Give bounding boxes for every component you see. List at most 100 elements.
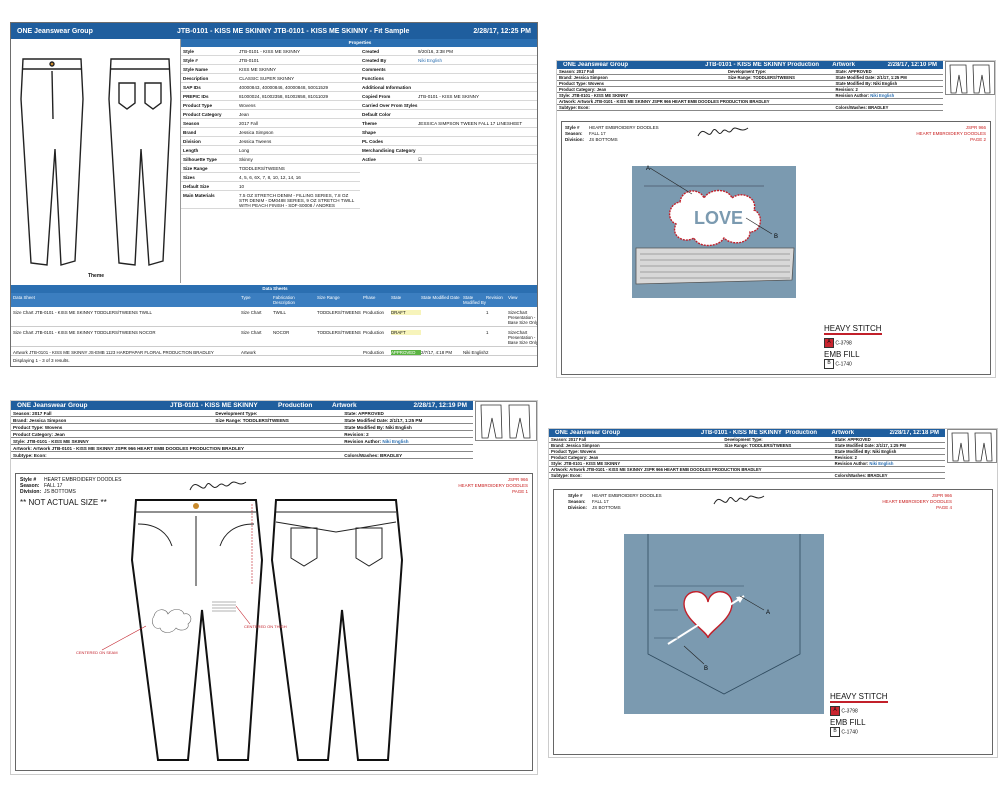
properties-title: Properties: [181, 39, 537, 47]
data-sheets-title: Data Sheets: [11, 285, 537, 293]
property-value: Jessica Tweens: [239, 139, 272, 144]
revision-field: Revision: 2: [835, 87, 858, 92]
jeans-mini-icon: [945, 61, 995, 95]
style-field: Style: JTB-0101 - KISS ME SKINNY: [551, 461, 621, 466]
data-sheet-link[interactable]: Size Chart JTB-0101 - KISS ME SKINNY TOD…: [11, 330, 241, 335]
table-cell: 2: [486, 350, 489, 355]
page-number: PAGE 2: [970, 137, 986, 142]
table-cell[interactable]: SizeChart Presentation - Base Size Only: [508, 330, 537, 345]
table-cell: Size Chart: [241, 330, 262, 335]
property-row: Division Jessica Tweens: [181, 137, 360, 146]
property-value: 2017 Fall: [239, 121, 258, 126]
style-field: Style: JTB-0101 - KISS ME SKINNY: [559, 93, 629, 98]
table-cell: 2/7/17, 4:18 PM: [421, 350, 452, 355]
emb-fill-label: EMB FILL: [824, 350, 860, 359]
page-number: PAGE 4: [936, 505, 952, 510]
property-value: JTB-0101 - KISS ME SKINNY: [418, 94, 480, 99]
division-label: Division:: [565, 137, 585, 142]
property-value: 4, 5, 6, 6X, 7, 8, 10, 12, 14, 16: [239, 175, 301, 180]
code-b: C-1740: [841, 729, 858, 736]
jeans-technical-sketch: CENTERED ON SEAM CENTERED ON THIGH: [76, 499, 404, 761]
heavy-stitch-label: HEAVY STITCH: [824, 324, 882, 335]
style-title: JTB-0101 - KISS ME SKINNY: [705, 62, 787, 68]
table-cell[interactable]: SizeChart Presentation - Base Size Only: [508, 310, 537, 325]
callout-a: A: [766, 610, 770, 616]
size-range-field: Size Range: TODDLERS/TWEENS: [727, 75, 795, 80]
property-label: Style: [183, 49, 194, 54]
page-header-bar: ONE Jeanswear Group JTB-0101 - KISS ME S…: [11, 23, 537, 39]
button-rivet-icon: [193, 503, 199, 509]
jeans-mini-icon: [475, 401, 537, 441]
results-footer: Displaying 1 - 3 of 3 results.: [13, 358, 70, 363]
style-field: Style: JTB-0101 - KISS ME SKINNY: [13, 438, 89, 444]
season-field: Season: 2017 Fall: [551, 437, 587, 442]
artwork-card: Style # HEART EMBROIDERY DOODLES Season: F…: [553, 489, 993, 755]
tab-artwork: Artwork: [832, 62, 855, 68]
property-label: Silhouette Type: [183, 157, 217, 162]
division-value: JS BOTTOMS: [589, 137, 618, 142]
brand-field: Brand: Jessica Simpson: [13, 417, 67, 423]
company-name: ONE Jeanswear Group: [17, 27, 93, 35]
property-label: Season: [183, 121, 200, 126]
colors-washes-field: Colors/Washes: BRADLEY: [834, 473, 888, 478]
artwork-header: ONE Jeanswear Group JTB-0101 - KISS ME S…: [11, 401, 473, 459]
season-value: FALL 17: [589, 131, 606, 136]
brand-field: Brand: Jessica Simpson: [559, 75, 608, 80]
tab-artwork: Artwork: [831, 430, 855, 436]
data-sheet-link[interactable]: Artwork JTB-0101 - KISS ME SKINNY JS-EMB…: [11, 350, 241, 355]
artwork-header: ONE Jeanswear Group JTB-0101 - KISS ME S…: [557, 61, 943, 111]
properties-left-column: Style JTB-0101 - KISS ME SKINNY Style # JTB…: [181, 47, 360, 209]
modified-by-field: State Modified By: Niki English: [834, 449, 897, 454]
property-value: JTB-0101: [239, 58, 259, 63]
property-value: TODDLERS/TWEENS: [239, 166, 285, 171]
property-row: SAP IDs 40000843, 40000846, 40000848, 500…: [181, 83, 360, 92]
table-cell: TODDLERS/TWEENS: [317, 310, 361, 315]
data-sheets-section: Data Sheets Data Sheet Type Fabrication De…: [11, 285, 537, 365]
property-label: Default Color: [362, 112, 391, 117]
revision-field: Revision: 2: [834, 455, 858, 460]
column-header: Size Range: [317, 295, 340, 300]
property-value: Jean: [239, 112, 249, 117]
artwork-page-love: ONE Jeanswear Group JTB-0101 - KISS ME S…: [556, 60, 996, 378]
property-value[interactable]: Niki English: [418, 58, 537, 63]
data-sheets-body: Size Chart JTB-0101 - KISS ME SKINNY TOD…: [11, 307, 537, 356]
property-label: Main Materials: [183, 193, 215, 198]
property-label: Carried Over From Styles: [362, 103, 418, 108]
revision-author-link[interactable]: Niki English: [869, 461, 893, 466]
column-header: State: [391, 295, 402, 300]
callout-thigh: CENTERED ON THIGH: [244, 624, 287, 629]
table-cell: Production: [363, 350, 384, 355]
division-label: Division:: [568, 505, 588, 510]
property-label: Created: [362, 49, 380, 54]
stitch-legend: HEAVY STITCH A C-3798 EMB FILL B C-1740: [830, 686, 888, 737]
property-label: Description: [183, 76, 209, 81]
code-a: C-3798: [835, 340, 852, 347]
revision-author-link[interactable]: Niki English: [870, 93, 894, 98]
data-sheet-link[interactable]: Size Chart JTB-0101 - KISS ME SKINNY TOD…: [11, 310, 241, 315]
property-row: Carried Over From Styles: [360, 101, 537, 110]
property-value: KISS ME SKINNY: [239, 67, 277, 72]
table-cell: TODDLERS/TWEENS: [317, 330, 361, 335]
column-header: Phase: [363, 295, 376, 300]
column-header: Type: [241, 295, 251, 300]
property-label: Shape: [362, 130, 376, 135]
artwork-header-bar: ONE Jeanswear Group JTB-0101 - KISS ME S…: [11, 401, 473, 410]
code-a: C-3798: [841, 708, 858, 715]
signature-logo: [189, 481, 247, 491]
tab-artwork: Artwork: [332, 402, 357, 409]
property-row: Additional Information: [360, 83, 537, 92]
revision-author-link[interactable]: Niki English: [382, 439, 408, 444]
signature-logo: [713, 495, 765, 505]
print-timestamp: 2/28/17, 12:25 PM: [473, 27, 531, 35]
table-cell: DRAFT: [391, 330, 421, 335]
artwork-card: Style # HEART EMBROIDERY DOODLES Season: F…: [561, 121, 991, 375]
colors-washes-field: Colors/Washes: BRADLEY: [344, 452, 403, 458]
properties-grid: Properties Style JTB-0101 - KISS ME SKINN…: [181, 39, 537, 209]
stitch-legend: HEAVY STITCH A C-3798 EMB FILL B C-1740: [824, 318, 882, 369]
table-cell: 1: [486, 310, 489, 315]
style-num-value: HEART EMBROIDERY DOODLES: [589, 125, 659, 130]
table-cell: Size Chart: [241, 310, 262, 315]
jeans-thumbnail: Theme: [11, 39, 181, 283]
artwork-header-bar: ONE Jeanswear Group JTB-0101 - KISS ME S…: [549, 429, 945, 437]
product-type-field: Product Type: Wovens: [551, 449, 596, 454]
